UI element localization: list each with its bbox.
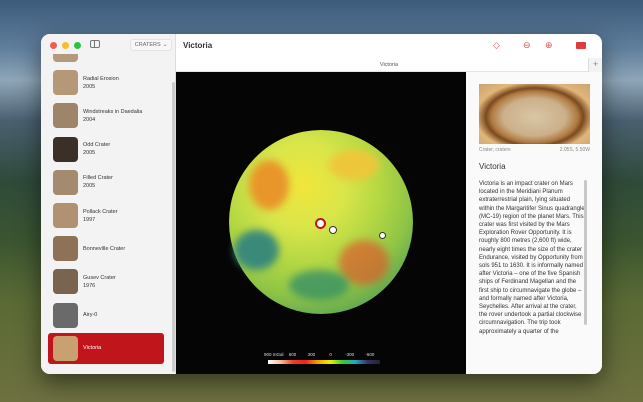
item-year: 2005: [83, 183, 96, 190]
item-year: 2005: [83, 150, 96, 157]
selected-crater-marker[interactable]: [315, 218, 326, 229]
detail-scrollbar[interactable]: [584, 180, 587, 325]
crater-thumbnail: [53, 136, 78, 162]
item-title: Pollack Crater: [83, 208, 118, 215]
new-tab-button[interactable]: +: [588, 58, 602, 72]
item-title: Filled Crater: [83, 175, 113, 182]
crater-photo: [479, 84, 590, 144]
legend-tick: -300: [345, 352, 355, 357]
window-controls: [50, 42, 81, 49]
zoom-in-icon[interactable]: ⊕: [545, 40, 553, 51]
minimize-button[interactable]: [62, 42, 69, 49]
item-year: 2005: [83, 83, 96, 90]
item-year: 1976: [83, 282, 96, 289]
crater-marker[interactable]: [329, 226, 337, 234]
list-item[interactable]: Victoria: [48, 332, 164, 364]
app-window: CRATERS⌄ 2005Radial Erosion2005Windstrea…: [41, 34, 602, 374]
category-dropdown[interactable]: CRATERS ⌄: [130, 39, 172, 51]
item-year: 2004: [83, 116, 96, 123]
legend-tick: 600: [288, 352, 297, 357]
gravity-color-scale: [268, 360, 380, 364]
list-item[interactable]: Airy-0: [48, 300, 164, 331]
tab-victoria[interactable]: Victoria: [176, 58, 602, 72]
item-title: Radial Erosion: [83, 75, 119, 82]
mars-globe[interactable]: [229, 130, 413, 314]
legend-tick: -600: [365, 352, 375, 357]
info-panel-icon[interactable]: [576, 42, 586, 49]
crater-list: 2005Radial Erosion2005Windstreaks in Dae…: [48, 54, 166, 370]
item-title: Bonneville Crater: [83, 245, 126, 252]
zoom-button[interactable]: [74, 42, 81, 49]
sidebar-toggle-icon[interactable]: [90, 40, 100, 48]
list-item[interactable]: Radial Erosion 2005: [48, 67, 164, 98]
item-title: Victoria: [83, 345, 102, 352]
item-title: Windstreaks in Daedalia: [83, 108, 143, 115]
detail-description: Victoria is an impact crater on Mars loc…: [479, 181, 585, 335]
item-year: 1997: [83, 216, 96, 223]
sidebar: CRATERS⌄ 2005Radial Erosion2005Windstrea…: [41, 34, 176, 374]
legend-tick: 0: [329, 352, 332, 357]
crater-thumbnail: [53, 335, 78, 361]
close-button[interactable]: [50, 42, 57, 49]
crater-marker[interactable]: [379, 232, 386, 239]
crater-thumbnail: [53, 269, 78, 295]
detail-title: Victoria: [479, 162, 506, 171]
list-item[interactable]: 2005: [48, 54, 164, 65]
item-title: Odd Crater: [83, 142, 111, 149]
crater-thumbnail: [53, 70, 78, 96]
main-pane: Victoria ◇ ⊖ ⊕ Victoria + 900 mGal 600 3…: [176, 34, 602, 374]
window-title: Victoria: [183, 41, 213, 50]
sidebar-scrollbar[interactable]: [172, 82, 175, 372]
list-item[interactable]: Odd Crater 2005: [48, 134, 164, 165]
item-title: Gusev Crater: [83, 274, 116, 281]
detail-panel: Crater, craters 2.05S, 5.50W Victoria Vi…: [466, 72, 602, 374]
crater-thumbnail: [53, 203, 78, 228]
list-item[interactable]: Windstreaks in Daedalia 2004: [48, 100, 164, 131]
zoom-out-icon[interactable]: ⊖: [523, 40, 531, 51]
crater-thumbnail: [53, 302, 78, 328]
item-title: Airy-0: [83, 312, 98, 319]
chevron-down-icon: ⌄: [162, 42, 168, 48]
list-item[interactable]: Bonneville Crater: [48, 233, 164, 264]
list-item[interactable]: Pollack Crater 1997: [48, 200, 164, 231]
coordinates: 2.05S, 5.50W: [559, 147, 590, 153]
globe-map-view[interactable]: 900 mGal 600 300 0 -300 -600: [176, 72, 466, 374]
crater-thumbnail: [53, 103, 78, 129]
photo-caption: Crater, craters: [479, 147, 511, 153]
crater-thumbnail: [53, 169, 78, 195]
tag-icon[interactable]: ◇: [493, 40, 500, 51]
gravity-legend: 900 mGal 600 300 0 -300 -600: [264, 352, 384, 357]
list-item[interactable]: Filled Crater 2005: [48, 167, 164, 198]
crater-thumbnail: [53, 54, 78, 62]
crater-thumbnail: [53, 236, 78, 262]
category-label: CRATERS: [134, 42, 161, 48]
legend-tick: 300: [307, 352, 316, 357]
list-item[interactable]: Gusev Crater 1976: [48, 266, 164, 297]
legend-unit: 900 mGal: [264, 352, 284, 357]
